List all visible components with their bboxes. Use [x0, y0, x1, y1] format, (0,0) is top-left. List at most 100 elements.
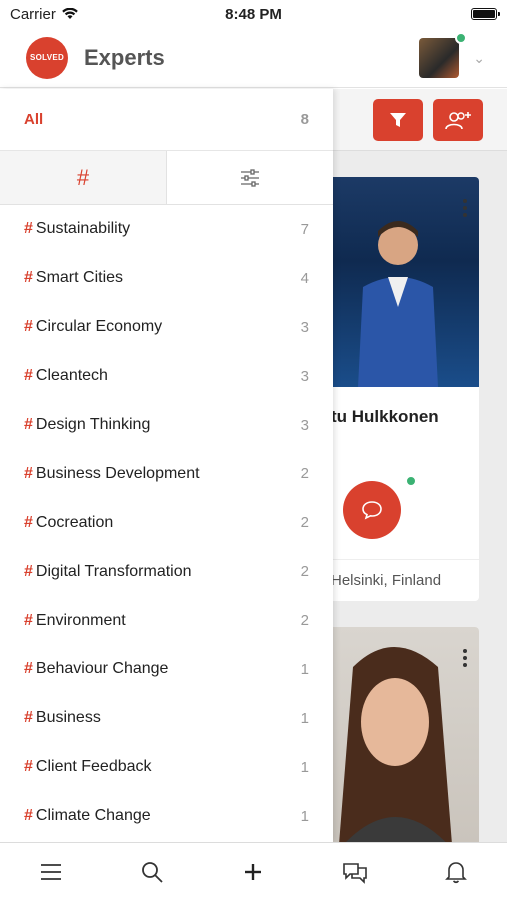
- app-header: SOLVED Experts ⌄: [0, 28, 507, 88]
- hashtag-icon: #: [24, 758, 33, 776]
- avatar-image: [419, 38, 459, 78]
- menu-icon[interactable]: [31, 852, 71, 892]
- hashtag-icon: #: [24, 807, 33, 825]
- bell-icon[interactable]: [436, 852, 476, 892]
- expert-card[interactable]: [333, 627, 479, 842]
- tag-count: 4: [300, 269, 309, 287]
- tag-name: Client Feedback: [35, 758, 152, 776]
- tag-row[interactable]: # Circular Economy 3: [0, 303, 333, 352]
- carrier-label: Carrier: [10, 5, 56, 23]
- status-bar: Carrier 8:48 PM: [0, 0, 507, 28]
- tag-count: 2: [300, 465, 309, 483]
- experts-content: tu Hulkkonen Helsinki, Finland: [333, 89, 507, 842]
- card-menu-icon[interactable]: [463, 199, 467, 217]
- hashtag-icon: #: [24, 416, 33, 433]
- search-icon[interactable]: [132, 852, 172, 892]
- expert-card[interactable]: tu Hulkkonen Helsinki, Finland: [333, 177, 479, 601]
- tag-list: # Sustainability 7 # Smart Cities 4 # Circular …: [0, 205, 333, 841]
- tag-row[interactable]: # Behaviour Change 1: [0, 645, 333, 694]
- tag-count: 3: [300, 416, 309, 434]
- tag-row[interactable]: # Business 1: [0, 694, 333, 743]
- tag-name: Cleantech: [35, 367, 108, 385]
- chat-icon[interactable]: [335, 852, 375, 892]
- tag-label: # Environment: [24, 612, 126, 630]
- tag-row[interactable]: # Cocreation 2: [0, 498, 333, 547]
- page-title: Experts: [84, 44, 165, 70]
- tag-label: # Cocreation: [24, 514, 113, 532]
- tag-label: # Climate Change: [24, 807, 151, 825]
- battery-icon: [471, 8, 500, 20]
- tag-count: 3: [300, 318, 309, 336]
- tag-name: Environment: [35, 611, 126, 629]
- tag-label: # Business Development: [24, 465, 200, 483]
- expert-name: tu Hulkkonen: [333, 407, 439, 426]
- person-illustration: [339, 647, 452, 842]
- tab-hashtags[interactable]: #: [0, 151, 167, 204]
- hashtag-icon: #: [24, 220, 33, 238]
- tag-row[interactable]: # Business Development 2: [0, 449, 333, 498]
- tag-name: Smart Cities: [35, 269, 124, 287]
- tag-row[interactable]: # Design Thinking 3: [0, 401, 333, 450]
- tag-count: 7: [300, 220, 309, 238]
- tag-name: Business Development: [35, 464, 200, 482]
- add-user-icon: [445, 112, 471, 130]
- solved-logo[interactable]: SOLVED: [26, 36, 68, 79]
- tag-name: Climate Change: [35, 807, 151, 825]
- expert-photo: [333, 627, 479, 842]
- add-user-button[interactable]: [433, 99, 483, 141]
- tag-count: 2: [300, 514, 309, 532]
- tag-count: 1: [300, 807, 309, 825]
- filter-tabs: #: [0, 151, 333, 205]
- tab-settings[interactable]: [167, 151, 333, 204]
- hashtag-icon: #: [24, 318, 33, 336]
- filter-all-label: All: [24, 111, 44, 128]
- hashtag-icon: #: [24, 367, 33, 385]
- filter-icon: [390, 113, 406, 127]
- hashtag-icon: #: [24, 513, 33, 531]
- tag-name: Design Thinking: [35, 416, 151, 433]
- tag-count: 1: [300, 709, 309, 727]
- tag-row[interactable]: # Cleantech 3: [0, 352, 333, 401]
- tag-row[interactable]: # Digital Transformation 2: [0, 547, 333, 596]
- hashtag-icon: #: [24, 611, 33, 629]
- tag-label: # Design Thinking: [24, 416, 150, 434]
- tag-name: Cocreation: [35, 513, 114, 531]
- tag-label: # Client Feedback: [24, 758, 152, 776]
- hashtag-icon: #: [24, 464, 33, 482]
- plus-icon[interactable]: [233, 852, 273, 892]
- tag-label: # Circular Economy: [24, 318, 162, 336]
- tag-row[interactable]: # Smart Cities 4: [0, 254, 333, 303]
- chevron-down-icon[interactable]: ⌄: [473, 50, 485, 67]
- tag-label: # Smart Cities: [24, 269, 123, 287]
- online-status-dot: [405, 475, 417, 487]
- filter-all-count: 8: [300, 111, 309, 128]
- online-status-dot: [455, 32, 467, 44]
- user-avatar[interactable]: [419, 32, 467, 78]
- tag-row[interactable]: # Climate Change 1: [0, 792, 333, 841]
- filter-button[interactable]: [373, 99, 423, 141]
- tag-name: Business: [35, 709, 101, 727]
- tag-row[interactable]: # Client Feedback 1: [0, 743, 333, 792]
- tag-count: 2: [300, 612, 309, 630]
- sliders-icon: [241, 168, 259, 187]
- hashtag-icon: #: [24, 709, 33, 727]
- tag-label: # Business: [24, 709, 101, 727]
- tag-row[interactable]: # Sustainability 7: [0, 205, 333, 254]
- filter-all-row[interactable]: All 8: [0, 89, 333, 151]
- wifi-icon: [62, 8, 78, 19]
- tag-name: Digital Transformation: [35, 562, 192, 580]
- content-toolbar: [333, 89, 507, 151]
- tag-count: 1: [300, 660, 309, 678]
- card-menu-icon[interactable]: [463, 649, 467, 667]
- tag-row[interactable]: # Environment 2: [0, 596, 333, 645]
- tag-count: 1: [300, 758, 309, 776]
- tag-count: 3: [300, 367, 309, 385]
- chat-button[interactable]: [343, 481, 401, 539]
- person-illustration: [358, 221, 438, 387]
- tag-name: Circular Economy: [35, 318, 163, 336]
- tag-name: Behaviour Change: [35, 660, 169, 678]
- hashtag-icon: #: [24, 269, 33, 287]
- tag-label: # Behaviour Change: [24, 660, 168, 678]
- tag-label: # Digital Transformation: [24, 563, 192, 581]
- bottom-tab-bar: [0, 842, 507, 900]
